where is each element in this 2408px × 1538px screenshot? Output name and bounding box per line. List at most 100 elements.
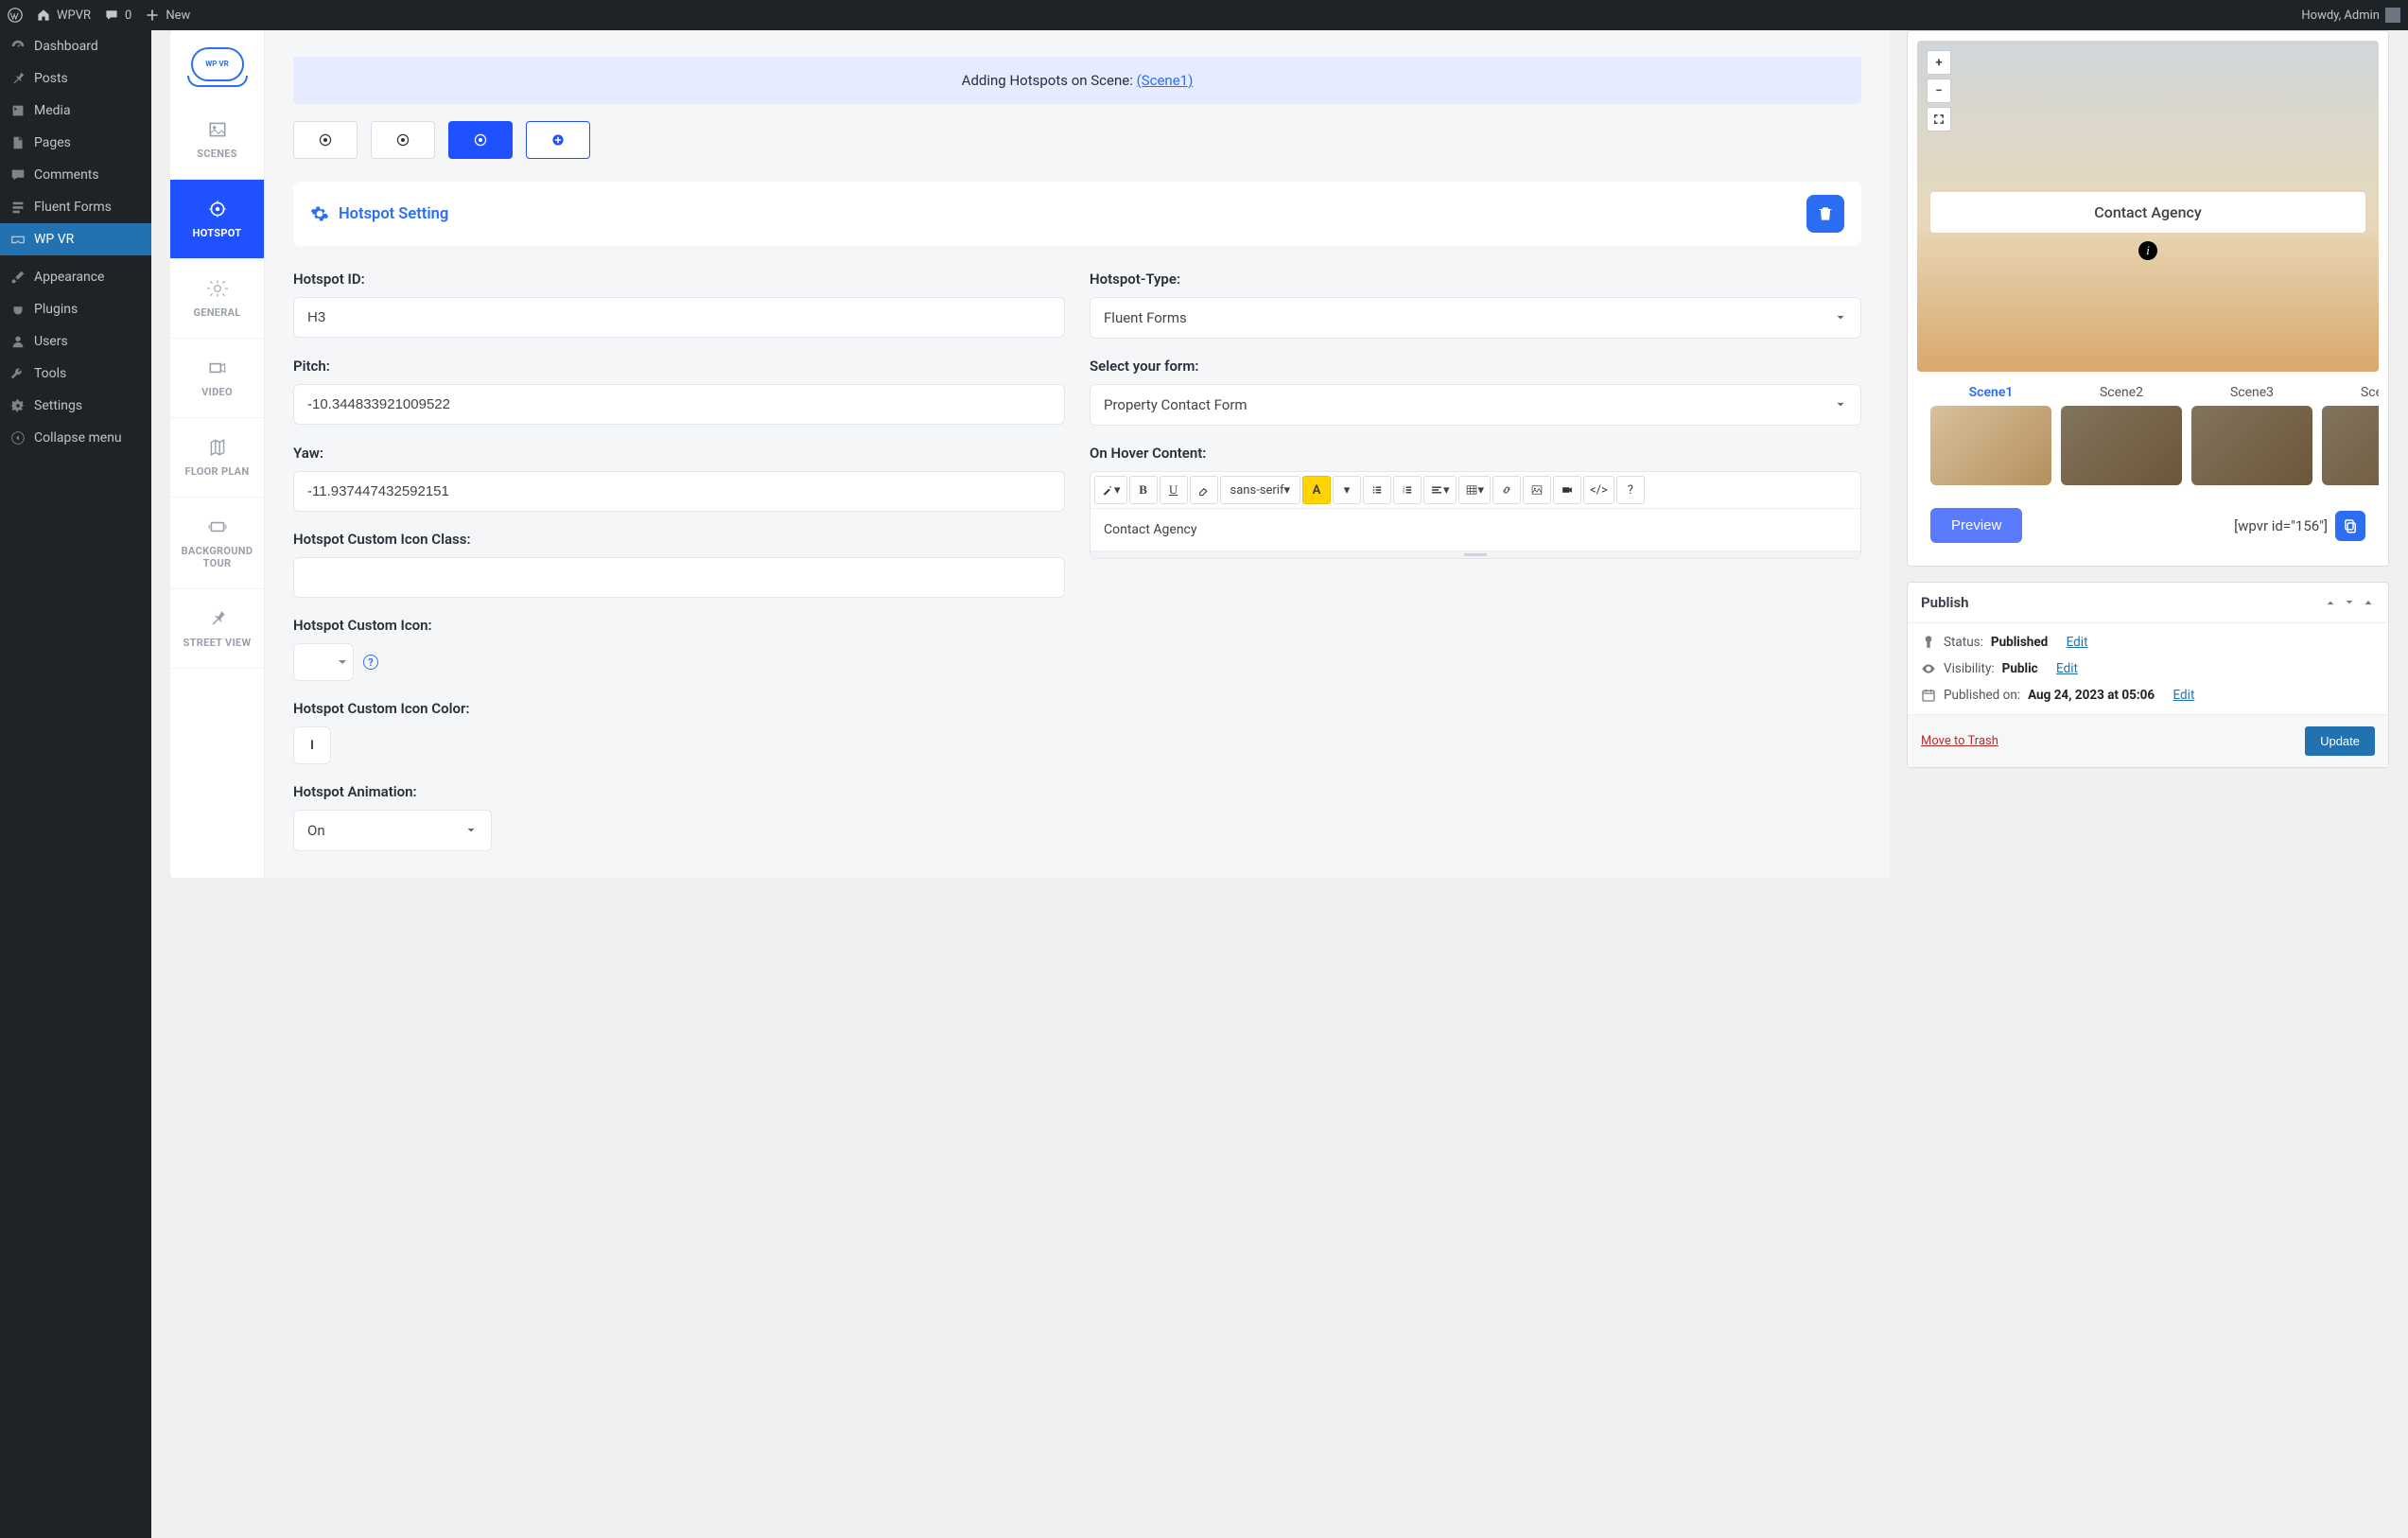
delete-hotspot-button[interactable] (1806, 195, 1844, 233)
zoom-out-button[interactable]: − (1927, 79, 1951, 103)
hotspot-id-input[interactable] (293, 297, 1065, 338)
rte-align-button[interactable]: ▾ (1423, 476, 1457, 504)
wp-logo[interactable] (8, 8, 23, 23)
wp-menu-wp-vr[interactable]: WP VR (0, 223, 151, 255)
gear-icon (310, 204, 329, 223)
copy-shortcode-button[interactable] (2335, 511, 2365, 541)
custom-icon-label: Hotspot Custom Icon: (293, 617, 1065, 634)
select-form-select[interactable]: Property Contact Form (1090, 384, 1861, 426)
rte-image-button[interactable] (1523, 476, 1551, 504)
icon-color-input[interactable]: I (293, 726, 331, 764)
wpvr-tab-video[interactable]: VIDEO (170, 339, 264, 418)
rte-help-button[interactable]: ? (1616, 476, 1645, 504)
wp-menu-fluent-forms[interactable]: Fluent Forms (0, 191, 151, 223)
help-icon[interactable]: ? (363, 655, 378, 670)
rte-code-button[interactable]: </> (1583, 476, 1614, 504)
caret-up-icon[interactable] (2362, 596, 2375, 609)
howdy-user[interactable]: Howdy, Admin (2301, 8, 2400, 23)
rte-bold-button[interactable]: B (1129, 476, 1158, 504)
pitch-label: Pitch: (293, 358, 1065, 375)
chevron-down-icon[interactable] (2343, 596, 2356, 609)
edit-date-link[interactable]: Edit (2173, 688, 2195, 703)
wp-menu-settings[interactable]: Settings (0, 390, 151, 422)
custom-icon-picker[interactable] (293, 643, 354, 681)
visibility-row: Visibility: Public Edit (1921, 661, 2375, 676)
rte-highlight-button[interactable]: A (1302, 476, 1331, 504)
scene-thumb-3[interactable]: Scene3 (2191, 385, 2312, 485)
wp-menu-media[interactable]: Media (0, 95, 151, 127)
wpvr-tab-street-view[interactable]: STREET VIEW (170, 589, 264, 669)
hotspot-tab-3[interactable] (448, 121, 513, 159)
wp-menu-plugins[interactable]: Plugins (0, 293, 151, 325)
hotspot-tab-2[interactable] (371, 121, 435, 159)
rte-ul-button[interactable] (1363, 476, 1391, 504)
wp-menu-users[interactable]: Users (0, 325, 151, 358)
chevron-down-icon (338, 657, 347, 667)
wp-menu-posts[interactable]: Posts (0, 62, 151, 95)
wpvr-tab-floor-plan[interactable]: FLOOR PLAN (170, 418, 264, 498)
comments-count[interactable]: 0 (104, 8, 131, 23)
scene-thumb-4[interactable]: Scene4 (2322, 385, 2379, 485)
wp-menu-dashboard[interactable]: Dashboard (0, 30, 151, 62)
preview-button[interactable]: Preview (1930, 508, 2022, 543)
rte-content-area[interactable]: Contact Agency (1091, 509, 1860, 551)
move-to-trash-link[interactable]: Move to Trash (1921, 734, 1998, 748)
wpvr-tab-hotspot[interactable]: HOTSPOT (170, 180, 264, 259)
hotspot-id-label: Hotspot ID: (293, 271, 1065, 288)
fullscreen-button[interactable] (1927, 107, 1951, 131)
fullscreen-icon (1932, 113, 1946, 126)
banner-text: Adding Hotspots on Scene: (962, 72, 1137, 89)
wpvr-tab-general[interactable]: GENERAL (170, 259, 264, 339)
hotspot-type-label: Hotspot-Type: (1090, 271, 1861, 288)
chevron-down-icon (464, 824, 478, 837)
yaw-input[interactable] (293, 471, 1065, 512)
scene-thumb-1[interactable]: Scene1 (1930, 385, 2051, 485)
pitch-input[interactable] (293, 384, 1065, 425)
hotspot-tab-add[interactable] (526, 121, 590, 159)
wp-menu-appearance[interactable]: Appearance (0, 261, 151, 293)
chevron-up-icon[interactable] (2324, 596, 2337, 609)
wp-menu-collapse-menu[interactable]: Collapse menu (0, 422, 151, 454)
hotspot-type-select[interactable]: Fluent Forms (1090, 297, 1861, 339)
rte-eraser-button[interactable] (1190, 476, 1218, 504)
select-form-label: Select your form: (1090, 358, 1861, 375)
wp-menu-comments[interactable]: Comments (0, 159, 151, 191)
rte-font-select[interactable]: sans-serif ▾ (1220, 476, 1300, 504)
rte-resize-handle[interactable] (1091, 551, 1860, 558)
wp-menu-pages[interactable]: Pages (0, 127, 151, 159)
edit-visibility-link[interactable]: Edit (2056, 661, 2078, 676)
hotspot-setting-header: Hotspot Setting (293, 182, 1861, 246)
animation-label: Hotspot Animation: (293, 783, 1861, 800)
animation-select[interactable]: On (293, 810, 492, 851)
panorama-preview[interactable]: + − Contact Agency i (1917, 41, 2379, 372)
publish-title: Publish (1921, 594, 1969, 611)
wpvr-tab-scenes[interactable]: SCENES (170, 100, 264, 180)
shortcode-text: [wpvr id="156"] (2234, 517, 2328, 534)
hotspot-tab-1[interactable] (293, 121, 358, 159)
info-hotspot-icon[interactable]: i (2138, 241, 2157, 260)
site-home[interactable]: WPVR (36, 8, 91, 23)
rte-underline-button[interactable]: U (1160, 476, 1188, 504)
chevron-down-icon (1834, 398, 1847, 411)
rte-magic-button[interactable]: ▾ (1094, 476, 1127, 504)
hotspot-setting-title: Hotspot Setting (339, 205, 448, 223)
rte-ol-button[interactable]: 123 (1393, 476, 1422, 504)
wp-menu-tools[interactable]: Tools (0, 358, 151, 390)
hover-content-label: On Hover Content: (1090, 445, 1861, 462)
rte-video-button[interactable] (1553, 476, 1581, 504)
update-button[interactable]: Update (2305, 726, 2375, 756)
edit-status-link[interactable]: Edit (2067, 635, 2088, 650)
rte-table-button[interactable]: ▾ (1458, 476, 1492, 504)
banner-scene-link[interactable]: (Scene1) (1137, 72, 1194, 89)
preview-tooltip: Contact Agency (1930, 192, 2365, 233)
preview-panel: + − Contact Agency i Scene1Scene2Scene3S… (1907, 30, 2389, 567)
wpvr-tab-background-tour[interactable]: BACKGROUND TOUR (170, 498, 264, 589)
icon-color-label: Hotspot Custom Icon Color: (293, 700, 1065, 717)
rte-highlight-picker[interactable]: ▾ (1333, 476, 1361, 504)
svg-text:3: 3 (1403, 491, 1405, 495)
icon-class-input[interactable] (293, 557, 1065, 598)
zoom-in-button[interactable]: + (1927, 50, 1951, 75)
rte-link-button[interactable] (1492, 476, 1521, 504)
new-content[interactable]: New (145, 8, 190, 23)
scene-thumb-2[interactable]: Scene2 (2061, 385, 2182, 485)
